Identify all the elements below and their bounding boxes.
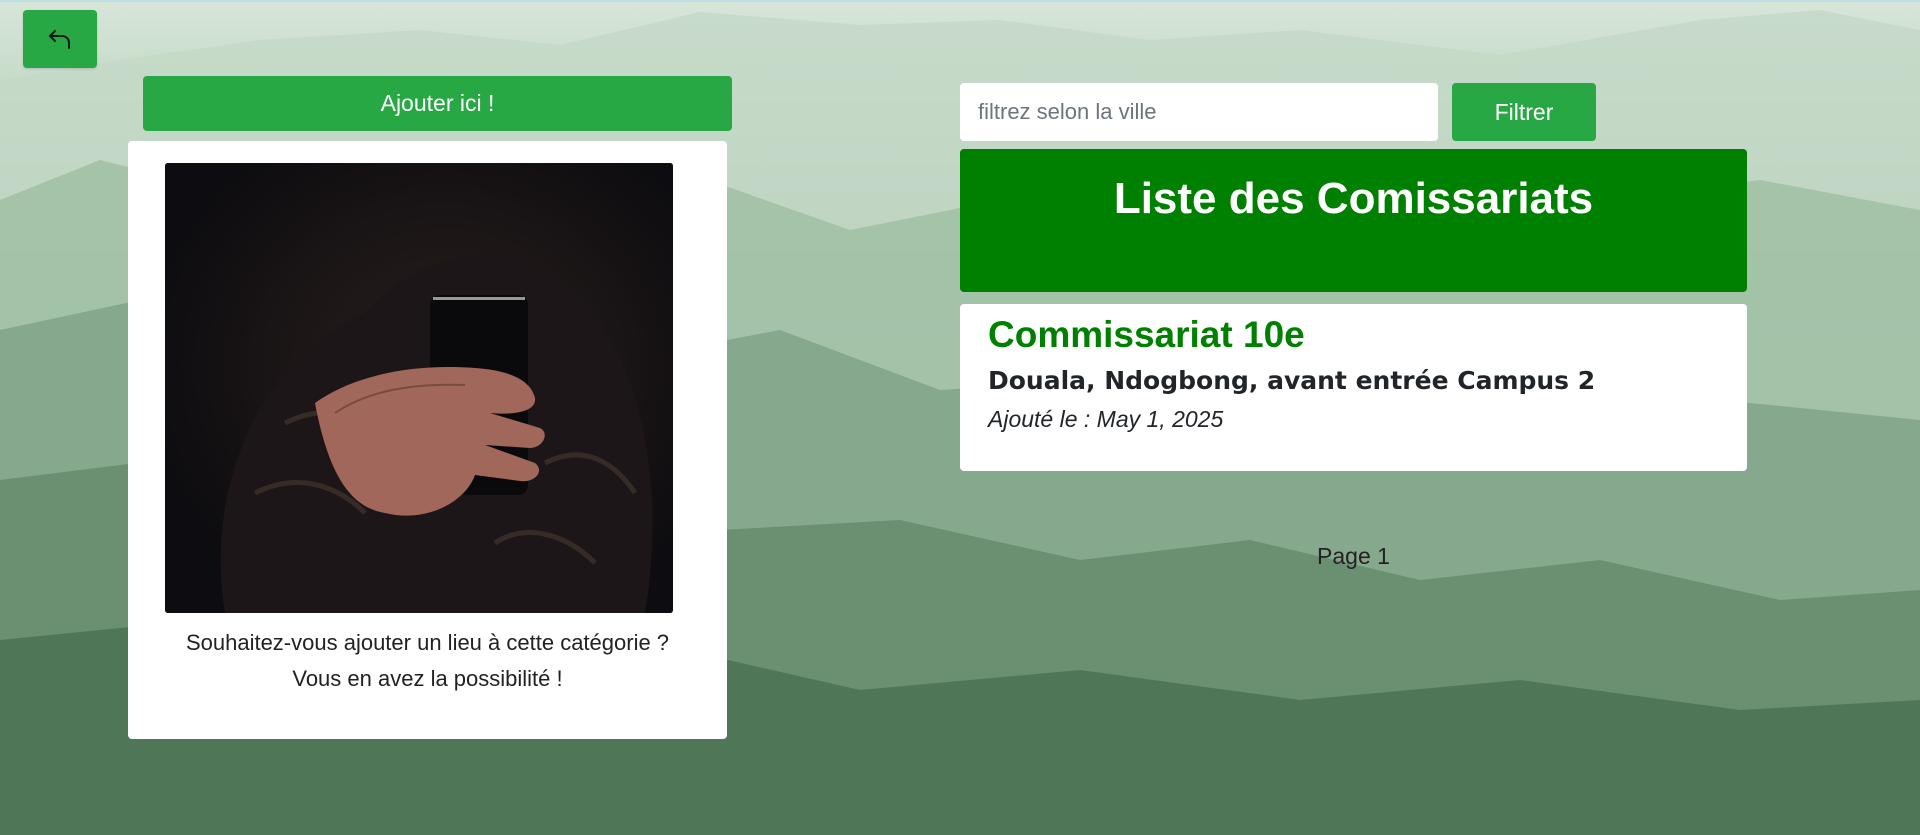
prompt-line-2: Vous en avez la possibilité !	[292, 666, 563, 691]
pagination-label: Page 1	[1317, 543, 1390, 569]
item-added-date: Ajouté le : May 1, 2025	[988, 406, 1224, 432]
item-address: Douala, Ndogbong, avant entrée Campus 2	[988, 366, 1596, 395]
list-header: Liste des Comissariats	[960, 149, 1747, 292]
reply-arrow-icon	[49, 30, 70, 49]
list-item[interactable]: Commissariat 10e Douala, Ndogbong, avant…	[960, 304, 1747, 471]
page-title: Liste des Comissariats	[1113, 174, 1594, 223]
city-filter-input[interactable]	[960, 83, 1438, 141]
add-place-card: Souhaitez-vous ajouter un lieu à cette c…	[128, 141, 727, 739]
prompt-line-1: Souhaitez-vous ajouter un lieu à cette c…	[185, 630, 670, 655]
item-name[interactable]: Commissariat 10e	[988, 314, 1305, 356]
add-place-button[interactable]: Ajouter ici !	[143, 76, 732, 131]
person-holding-phone-photo	[165, 163, 673, 613]
add-place-prompt: Souhaitez-vous ajouter un lieu à cette c…	[128, 625, 727, 697]
filter-button[interactable]: Filtrer	[1452, 83, 1596, 141]
back-button[interactable]	[23, 10, 97, 68]
